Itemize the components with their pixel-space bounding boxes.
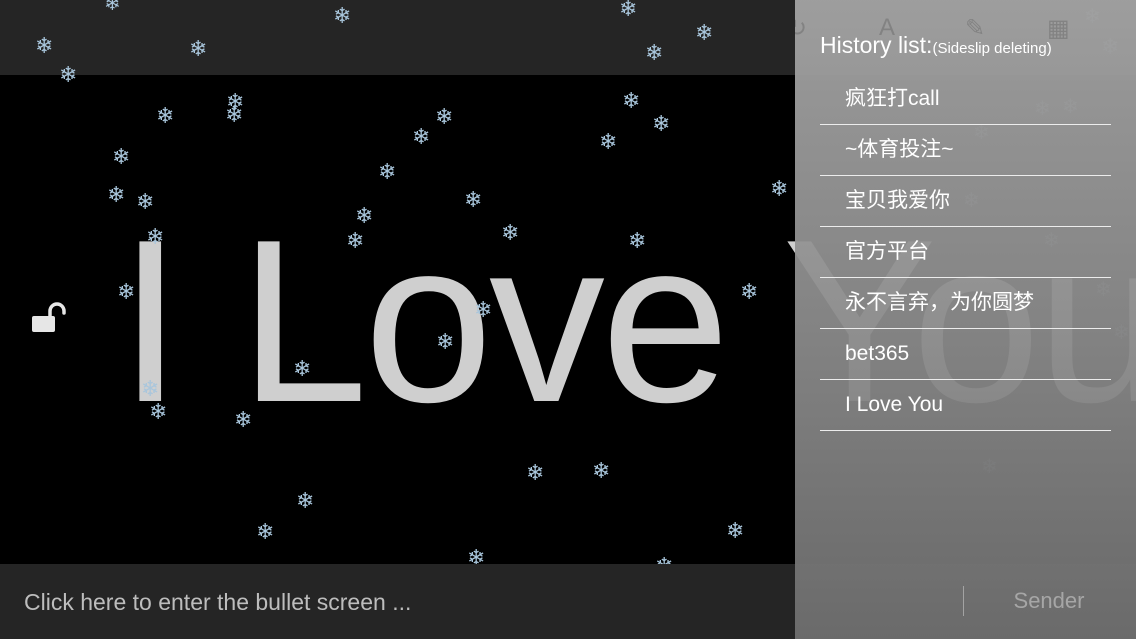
unlock-icon[interactable] [30, 300, 68, 334]
snowflake-icon: ❄ [526, 461, 545, 486]
history-item[interactable]: bet365 [820, 329, 1111, 380]
history-item[interactable]: I Love You [820, 380, 1111, 431]
send-button[interactable]: Sender [989, 584, 1109, 618]
snowflake-icon: ❄ [622, 89, 641, 114]
history-list: 疯狂打call ~体育投注~ 宝贝我爱你 官方平台 永不言弃，为你圆梦 bet3… [820, 74, 1111, 431]
snowflake-icon: ❄ [726, 519, 745, 544]
bullet-screen: I Love You ❄ ❄ ❄ ❄ ❄ ❄ ❄ ❄ ❄ ❄ ❄ ❄ ❄ ❄ ❄ ❄ ❄ ❄ ❄ ❄ ❄ ❄ ❄ ❄ ❄ ❄ ❄ ❄ ❄… [0, 0, 1136, 639]
history-item[interactable]: ~体育投注~ [820, 125, 1111, 176]
history-title-sub: (Sideslip deleting) [932, 40, 1052, 57]
snowflake-icon: ❄ [652, 112, 671, 137]
snowflake-icon: ❄ [378, 160, 397, 185]
snowflake-icon: ❄ [156, 104, 175, 129]
rotate-icon[interactable]: ↻ [795, 14, 807, 43]
history-item[interactable]: 永不言弃，为你圆梦 [820, 278, 1111, 329]
snowflake-icon: ❄ [226, 90, 245, 115]
snowflake-icon: ❄ [225, 103, 244, 128]
history-item[interactable]: 宝贝我爱你 [820, 176, 1111, 227]
history-item[interactable]: 疯狂打call [820, 74, 1111, 125]
send-divider [963, 586, 964, 616]
history-title: History list:(Sideslip deleting) [820, 32, 1052, 59]
snowflake-icon: ❄ [435, 105, 454, 130]
history-item[interactable]: 官方平台 [820, 227, 1111, 278]
history-panel: ↻ A ✎ ▦ History list:(Sideslip deleting)… [795, 0, 1136, 639]
snowflake-icon: ❄ [256, 520, 275, 545]
history-title-main: History list: [820, 32, 933, 58]
snowflake-icon: ❄ [592, 459, 611, 484]
snowflake-icon: ❄ [296, 489, 315, 514]
snowflake-icon: ❄ [412, 125, 431, 150]
bullet-input[interactable] [24, 582, 764, 622]
snowflake-icon: ❄ [112, 145, 131, 170]
snowflake-icon: ❄ [599, 130, 618, 155]
